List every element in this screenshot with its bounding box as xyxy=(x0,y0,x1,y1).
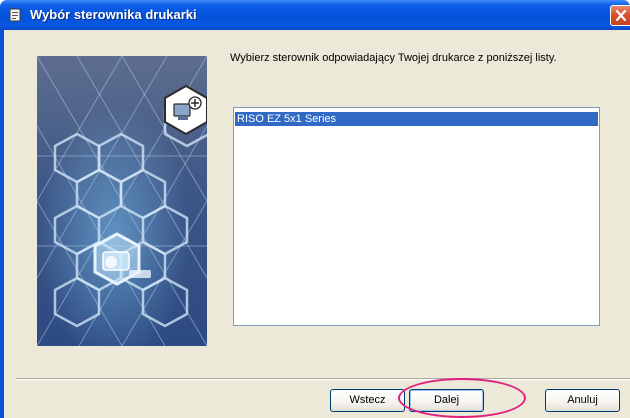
cancel-button[interactable]: Anuluj xyxy=(545,389,620,412)
back-button[interactable]: Wstecz xyxy=(330,389,405,412)
window-title: Wybór sterownika drukarki xyxy=(30,7,197,22)
printer-driver-icon xyxy=(9,8,21,22)
close-icon xyxy=(615,10,627,21)
close-button[interactable] xyxy=(610,5,630,26)
dialog-body: Wybierz sterownik odpowiadający Twojej d… xyxy=(4,30,630,418)
instruction-text: Wybierz sterownik odpowiadający Twojej d… xyxy=(230,52,557,64)
side-banner-image xyxy=(37,56,207,346)
title-bar[interactable]: Wybór sterownika drukarki xyxy=(0,0,630,30)
button-separator xyxy=(16,378,630,380)
driver-listbox[interactable]: RISO EZ 5x1 Series xyxy=(233,107,600,326)
next-button[interactable]: Dalej xyxy=(409,389,484,412)
driver-list-item[interactable]: RISO EZ 5x1 Series xyxy=(235,112,598,126)
dialog-window: Wybór sterownika drukarki Wybierz sterow… xyxy=(0,0,630,418)
